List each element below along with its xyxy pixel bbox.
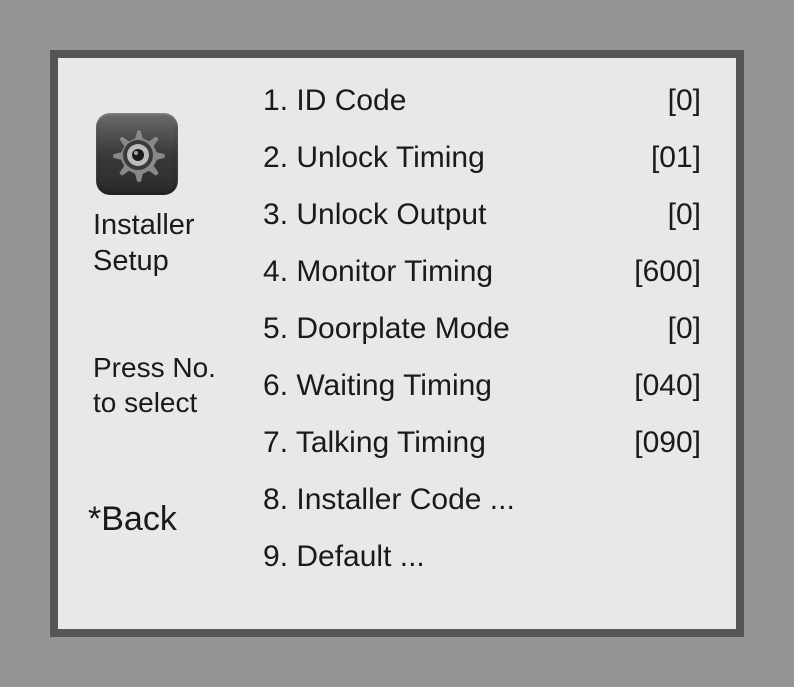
menu-item-id-code[interactable]: 1. ID Code [0]: [263, 86, 701, 116]
menu-item-monitor-timing[interactable]: 4. Monitor Timing [600]: [263, 257, 701, 287]
menu-label: 3. Unlock Output: [263, 200, 486, 230]
setup-screen: Installer Setup Press No. to select *Bac…: [50, 50, 744, 637]
page-title: Installer Setup: [93, 207, 263, 280]
menu-value: [0]: [668, 86, 701, 116]
menu-item-default[interactable]: 9. Default ...: [263, 542, 701, 572]
menu-label: 2. Unlock Timing: [263, 143, 485, 173]
selection-hint: Press No. to select: [93, 350, 263, 420]
menu-value: [01]: [651, 143, 701, 173]
menu-item-unlock-output[interactable]: 3. Unlock Output [0]: [263, 200, 701, 230]
menu-item-installer-code[interactable]: 8. Installer Code ...: [263, 485, 701, 515]
left-panel: Installer Setup Press No. to select *Bac…: [88, 78, 263, 609]
menu-item-waiting-timing[interactable]: 6. Waiting Timing [040]: [263, 371, 701, 401]
hint-line-2: to select: [93, 387, 197, 418]
menu-item-unlock-timing[interactable]: 2. Unlock Timing [01]: [263, 143, 701, 173]
menu-value: [090]: [634, 428, 701, 458]
back-button[interactable]: *Back: [88, 500, 263, 539]
menu-item-doorplate-mode[interactable]: 5. Doorplate Mode [0]: [263, 314, 701, 344]
menu-list: 1. ID Code [0] 2. Unlock Timing [01] 3. …: [263, 78, 701, 609]
gear-icon: [96, 113, 178, 195]
menu-value: [0]: [668, 200, 701, 230]
title-line-1: Installer: [93, 209, 195, 241]
menu-label: 6. Waiting Timing: [263, 371, 492, 401]
gear-icon-svg: [107, 124, 167, 184]
setup-icon-wrapper: [96, 113, 178, 195]
content-area: Installer Setup Press No. to select *Bac…: [58, 58, 736, 629]
menu-label: 1. ID Code: [263, 86, 406, 116]
menu-value: [600]: [634, 257, 701, 287]
menu-label: 7. Talking Timing: [263, 428, 486, 458]
menu-label: 4. Monitor Timing: [263, 257, 493, 287]
hint-line-1: Press No.: [93, 352, 216, 383]
title-line-2: Setup: [93, 245, 169, 277]
menu-value: [040]: [634, 371, 701, 401]
menu-item-talking-timing[interactable]: 7. Talking Timing [090]: [263, 428, 701, 458]
menu-label: 8. Installer Code ...: [263, 485, 515, 515]
menu-value: [0]: [668, 314, 701, 344]
menu-label: 5. Doorplate Mode: [263, 314, 510, 344]
menu-label: 9. Default ...: [263, 542, 425, 572]
